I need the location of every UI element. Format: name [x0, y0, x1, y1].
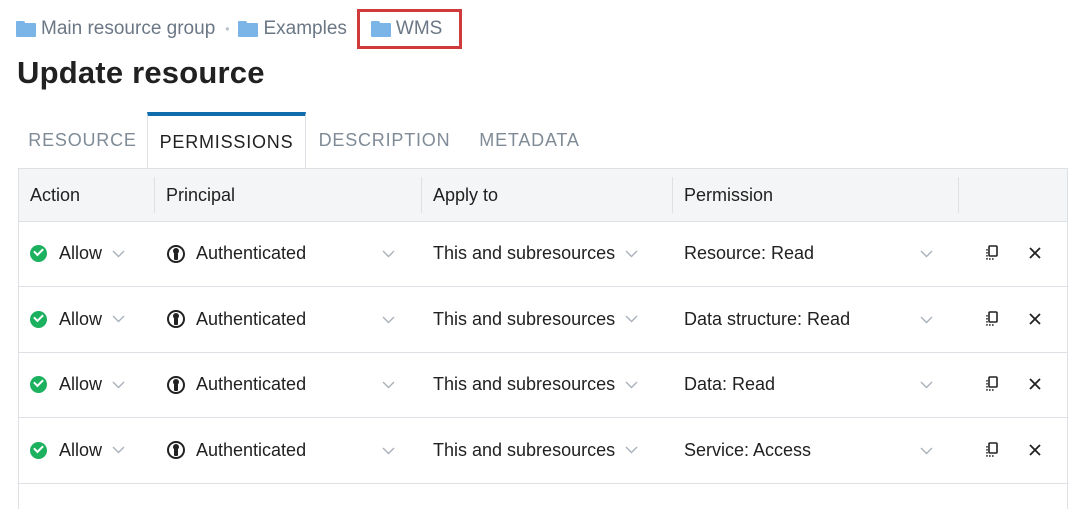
- principal-select[interactable]: Authenticated: [167, 352, 397, 417]
- apply-to-value: This and subresources: [433, 374, 616, 394]
- permission-select[interactable]: Resource: Read: [684, 221, 944, 286]
- user-icon: [167, 310, 185, 328]
- chevron-down-icon[interactable]: [920, 447, 933, 455]
- user-icon: [167, 441, 185, 459]
- chevron-down-icon[interactable]: [112, 381, 125, 389]
- copy-icon[interactable]: [982, 374, 1002, 394]
- check-circle-icon: [30, 441, 47, 459]
- chevron-down-icon[interactable]: [382, 447, 395, 455]
- chevron-down-icon[interactable]: [625, 381, 638, 389]
- column-divider: [421, 177, 422, 213]
- chevron-down-icon[interactable]: [625, 315, 638, 323]
- column-header-principal: Principal: [166, 184, 236, 205]
- permission-value: Service: Access: [684, 439, 812, 460]
- apply-to-select[interactable]: This and subresources: [433, 287, 638, 352]
- breadcrumb-wms[interactable]: WMS: [356, 9, 463, 49]
- chevron-down-icon[interactable]: [112, 250, 125, 258]
- column-divider: [154, 177, 155, 213]
- chevron-down-icon[interactable]: [112, 446, 125, 454]
- action-value: Allow: [59, 374, 103, 394]
- tab-metadata[interactable]: METADATA: [463, 112, 596, 169]
- folder-icon: [370, 21, 391, 37]
- chevron-down-icon[interactable]: [382, 316, 395, 324]
- apply-to-value: This and subresources: [433, 243, 616, 263]
- chevron-down-icon[interactable]: [920, 316, 933, 324]
- permission-value: Data: Read: [684, 374, 776, 394]
- breadcrumb-label: WMS: [395, 18, 443, 39]
- close-icon[interactable]: [1025, 440, 1045, 460]
- copy-icon[interactable]: [982, 440, 1002, 460]
- principal-select[interactable]: Authenticated: [167, 418, 397, 483]
- check-circle-icon: [30, 310, 47, 328]
- close-icon[interactable]: [1025, 309, 1045, 329]
- table-row: Allow Authenticated This and subresource…: [19, 418, 1067, 484]
- column-header-apply-to: Apply to: [433, 184, 499, 205]
- breadcrumb: Main resource group • Examples WMS: [16, 9, 463, 49]
- breadcrumb-label: Examples: [263, 18, 347, 39]
- action-select[interactable]: Allow: [30, 221, 125, 286]
- permission-value: Data structure: Read: [684, 308, 851, 329]
- chevron-down-icon[interactable]: [625, 446, 638, 454]
- apply-to-select[interactable]: This and subresources: [433, 418, 638, 483]
- tab-permissions[interactable]: PERMISSIONS: [147, 112, 306, 169]
- apply-to-value: This and subresources: [433, 439, 616, 460]
- breadcrumb-label: Main resource group: [41, 18, 216, 39]
- apply-to-value: This and subresources: [433, 308, 616, 329]
- principal-select[interactable]: Authenticated: [167, 221, 397, 286]
- principal-value: Authenticated: [196, 374, 307, 394]
- action-select[interactable]: Allow: [30, 352, 125, 417]
- permission-select[interactable]: Data structure: Read: [684, 287, 944, 352]
- action-select[interactable]: Allow: [30, 287, 125, 352]
- principal-value: Authenticated: [196, 439, 307, 460]
- column-header-permission: Permission: [684, 184, 774, 205]
- update-resource-page: Main resource group • Examples WMS Updat…: [0, 0, 1082, 509]
- action-value: Allow: [59, 439, 103, 460]
- action-value: Allow: [59, 243, 103, 263]
- folder-icon: [238, 21, 259, 37]
- breadcrumb-main-resource-group[interactable]: Main resource group: [16, 18, 215, 40]
- chevron-down-icon[interactable]: [920, 381, 933, 389]
- close-icon[interactable]: [1025, 243, 1045, 263]
- check-circle-icon: [30, 245, 47, 262]
- copy-icon[interactable]: [982, 309, 1002, 329]
- breadcrumb-separator: •: [225, 22, 230, 36]
- table-header: Action Principal Apply to Permission: [19, 169, 1067, 222]
- permission-value: Resource: Read: [684, 243, 815, 263]
- principal-select[interactable]: Authenticated: [167, 287, 397, 352]
- chevron-down-icon[interactable]: [382, 381, 395, 389]
- close-icon[interactable]: [1025, 374, 1045, 394]
- principal-value: Authenticated: [196, 243, 307, 263]
- user-icon: [167, 375, 185, 394]
- tab-description[interactable]: DESCRIPTION: [306, 112, 463, 169]
- table-row: Allow Authenticated This and subresource…: [19, 287, 1067, 353]
- check-circle-icon: [30, 376, 47, 393]
- breadcrumb-examples[interactable]: Examples: [238, 18, 347, 40]
- permission-select[interactable]: Data: Read: [684, 352, 944, 417]
- chevron-down-icon[interactable]: [625, 250, 638, 258]
- apply-to-select[interactable]: This and subresources: [433, 352, 638, 417]
- column-header-action: Action: [30, 184, 81, 205]
- action-select[interactable]: Allow: [30, 418, 125, 483]
- page-title: Update resource: [17, 55, 265, 90]
- permission-select[interactable]: Service: Access: [684, 418, 944, 483]
- action-value: Allow: [59, 308, 103, 329]
- folder-icon: [16, 21, 36, 37]
- tab-bar: RESOURCE PERMISSIONS DESCRIPTION METADAT…: [18, 112, 1068, 169]
- tab-resource[interactable]: RESOURCE: [18, 112, 147, 169]
- chevron-down-icon[interactable]: [112, 315, 125, 323]
- table-row: Allow Authenticated This and subresource…: [19, 352, 1067, 418]
- apply-to-select[interactable]: This and subresources: [433, 221, 638, 286]
- column-divider: [958, 177, 959, 213]
- permissions-table: Action Principal Apply to Permission All…: [18, 169, 1068, 509]
- user-icon: [167, 244, 185, 263]
- table-row: Allow Authenticated This and subresource…: [19, 221, 1067, 287]
- chevron-down-icon[interactable]: [382, 250, 395, 258]
- chevron-down-icon[interactable]: [920, 250, 933, 258]
- principal-value: Authenticated: [196, 308, 307, 329]
- copy-icon[interactable]: [982, 243, 1002, 263]
- column-divider: [672, 177, 673, 213]
